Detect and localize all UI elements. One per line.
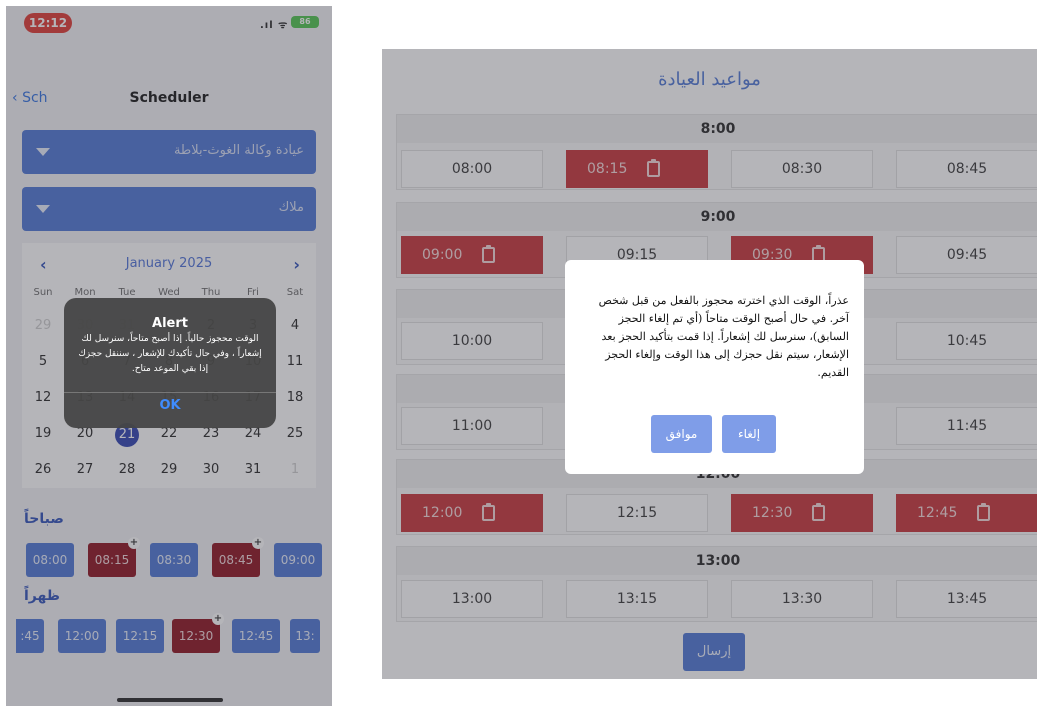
cancel-button[interactable]: إلغاء (722, 415, 776, 453)
alert-dialog: Alert الوقت محجوز حالياً. إذا أصبح متاحا… (64, 298, 276, 428)
alert-divider (64, 392, 276, 393)
phone-screen: 12:12 .ıl ᯤ 86 ‹ Sch Scheduler عيادة وكا… (6, 6, 332, 706)
dialog-message: عذراً، الوقت الذي اخترته محجوز بالفعل من… (598, 294, 849, 379)
booking-conflict-dialog: عذراً، الوقت الذي اخترته محجوز بالفعل من… (565, 260, 864, 474)
alert-ok-button[interactable]: OK (64, 398, 276, 413)
alert-title: Alert (152, 316, 188, 331)
confirm-button[interactable]: موافق (651, 415, 712, 453)
alert-message: الوقت محجوز حالياً. إذا أصبح متاحاً، سنر… (78, 334, 262, 374)
web-scheduler: مواعيد العيادة 8:00 08:00 08:15 08:30 08… (382, 49, 1037, 679)
